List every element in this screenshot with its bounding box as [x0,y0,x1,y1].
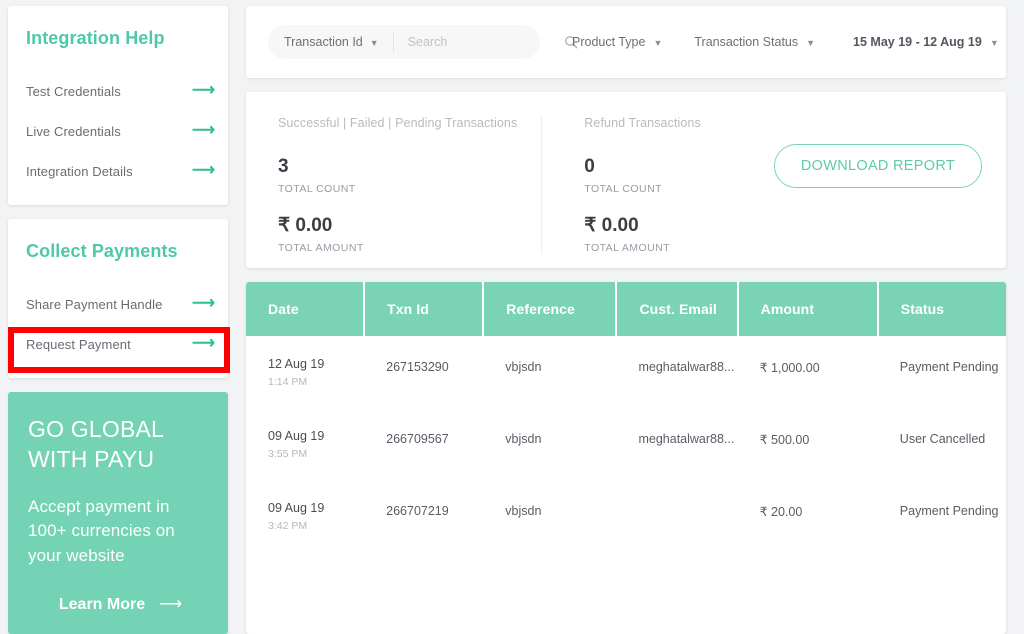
main-content: Transaction Id ▼ Product Type ▼ Transact… [236,0,1024,634]
sidebar-item-label: Integration Details [26,163,133,179]
learn-more-button[interactable]: Learn More ⟶ [28,596,208,618]
arrow-right-icon: ⟶ [192,122,215,139]
sidebar-item-label: Live Credentials [26,123,121,139]
search-pill: Transaction Id ▼ [268,25,578,59]
chevron-down-icon: ▼ [653,37,663,48]
cell-reference: vbjsdn [505,360,542,374]
sidebar-item-label: Request Payment [26,336,131,352]
cell-status: User Cancelled [899,431,986,446]
cell-txn-id: 266709567 [386,431,449,446]
column-header-txn-id[interactable]: Txn Id [364,282,485,336]
table-body: 12 Aug 19 1:14 PM 267153290 vbjsdn megha… [246,336,1006,552]
cell-txn-id: 266707219 [386,503,449,518]
cell-cust-email: meghatalwar88... [638,360,735,374]
column-header-status[interactable]: Status [877,282,1006,336]
cell-amount: ₹ 1,000.00 [759,361,820,375]
summary-primary-amount: ₹ 0.00 [278,214,333,236]
arrow-right-icon: ⟶ [192,335,215,352]
summary-primary-label: Successful | Failed | Pending Transactio… [278,116,518,130]
search-field-label: Transaction Id [284,35,363,49]
go-global-promo-card[interactable]: GO GLOBAL WITH PAYU Accept payment in 10… [8,392,228,634]
app-root: Integration Help Test Credentials ⟶ Live… [0,0,1024,634]
sidebar-item-share-payment-handle[interactable]: Share Payment Handle ⟶ [26,288,215,320]
cell-amount: ₹ 20.00 [759,504,803,519]
cell-cust-email: meghatalwar88... [638,431,735,446]
cell-reference: vbjsdn [505,431,542,446]
chevron-down-icon: ▼ [989,37,999,48]
cell-time-value: 3:55 PM [268,447,308,460]
cell-amount: ₹ 500.00 [759,432,810,447]
summary-refund-amount-caption: TOTAL AMOUNT [584,241,671,254]
integration-help-card: Integration Help Test Credentials ⟶ Live… [8,6,228,205]
promo-heading: GO GLOBAL WITH PAYU [28,416,165,473]
download-report-button[interactable]: DOWNLOAD REPORT [773,144,982,188]
collect-payments-title: Collect Payments [26,241,178,261]
summary-refund-column: Refund Transactions 0 TOTAL COUNT ₹ 0.00… [542,116,774,254]
cell-time-value: 3:42 PM [268,519,308,532]
summary-primary-count-caption: TOTAL COUNT [278,182,356,195]
cell-reference: vbjsdn [505,503,542,518]
sidebar-item-label: Test Credentials [26,83,121,99]
table-header: Date Txn Id Reference Cust. Email Amount… [246,282,1006,336]
date-range-label: 15 May 19 - 12 Aug 19 [853,35,982,49]
collect-payments-card: Collect Payments Share Payment Handle ⟶ … [8,219,228,378]
integration-help-title: Integration Help [26,28,165,48]
column-header-reference[interactable]: Reference [483,282,618,336]
cell-status: Payment Pending [899,360,999,374]
sidebar-item-request-payment[interactable]: Request Payment ⟶ [26,328,215,360]
chevron-down-icon: ▼ [806,37,816,48]
column-header-cust-email[interactable]: Cust. Email [616,282,739,336]
cell-date-value: 12 Aug 19 [268,357,325,371]
sidebar-item-label: Share Payment Handle [26,296,163,312]
cell-status: Payment Pending [899,503,999,518]
cell-date: 09 Aug 19 3:55 PM [246,408,364,480]
cell-date: 09 Aug 19 3:42 PM [246,480,364,552]
table-header-row: Date Txn Id Reference Cust. Email Amount… [246,282,1006,336]
summary-refund-count: 0 [584,156,595,177]
table-row[interactable]: 09 Aug 19 3:42 PM 266707219 vbjsdn ₹ 20.… [246,480,1006,552]
search-field-select[interactable]: Transaction Id ▼ [284,32,394,52]
cell-date-value: 09 Aug 19 [268,428,325,443]
cell-cust-email [616,480,737,552]
cell-date: 12 Aug 19 1:14 PM [246,336,364,408]
date-range-filter[interactable]: 15 May 19 - 12 Aug 19 ▼ [853,35,999,49]
chevron-down-icon: ▼ [369,37,379,48]
product-type-label: Product Type [572,35,646,49]
cell-time-value: 1:14 PM [268,375,308,388]
product-type-filter[interactable]: Product Type ▼ [572,35,662,49]
transaction-status-filter[interactable]: Transaction Status ▼ [694,35,815,49]
arrow-right-icon: ⟶ [192,82,215,99]
arrow-right-icon: ⟶ [192,162,215,179]
summary-refund-label: Refund Transactions [584,116,701,130]
cell-date-value: 09 Aug 19 [268,500,325,515]
summary-refund-count-caption: TOTAL COUNT [584,182,662,195]
summary-primary-count: 3 [278,156,289,177]
sidebar-item-test-credentials[interactable]: Test Credentials ⟶ [26,75,215,107]
table-row[interactable]: 12 Aug 19 1:14 PM 267153290 vbjsdn megha… [246,336,1006,408]
cell-txn-id: 267153290 [386,360,449,374]
arrow-right-icon: ⟶ [192,295,215,312]
transactions-table-card: Date Txn Id Reference Cust. Email Amount… [246,282,1006,634]
search-input[interactable] [393,27,564,57]
summary-primary-amount-caption: TOTAL AMOUNT [278,241,364,254]
arrow-right-icon: ⟶ [159,596,183,613]
summary-card: Successful | Failed | Pending Transactio… [246,92,1006,268]
learn-more-label: Learn More [58,596,146,613]
table-row[interactable]: 09 Aug 19 3:55 PM 266709567 vbjsdn megha… [246,408,1006,480]
sidebar-item-integration-details[interactable]: Integration Details ⟶ [26,155,215,187]
transactions-table: Date Txn Id Reference Cust. Email Amount… [246,282,1006,552]
promo-body: Accept payment in 100+ currencies on you… [28,496,175,565]
transaction-status-label: Transaction Status [694,35,799,49]
sidebar: Integration Help Test Credentials ⟶ Live… [0,0,236,634]
column-header-date[interactable]: Date [246,282,366,336]
column-header-amount[interactable]: Amount [737,282,879,336]
sidebar-item-live-credentials[interactable]: Live Credentials ⟶ [26,115,215,147]
filter-bar: Transaction Id ▼ Product Type ▼ Transact… [246,6,1006,78]
summary-primary-column: Successful | Failed | Pending Transactio… [278,116,543,254]
summary-refund-amount: ₹ 0.00 [584,214,639,236]
